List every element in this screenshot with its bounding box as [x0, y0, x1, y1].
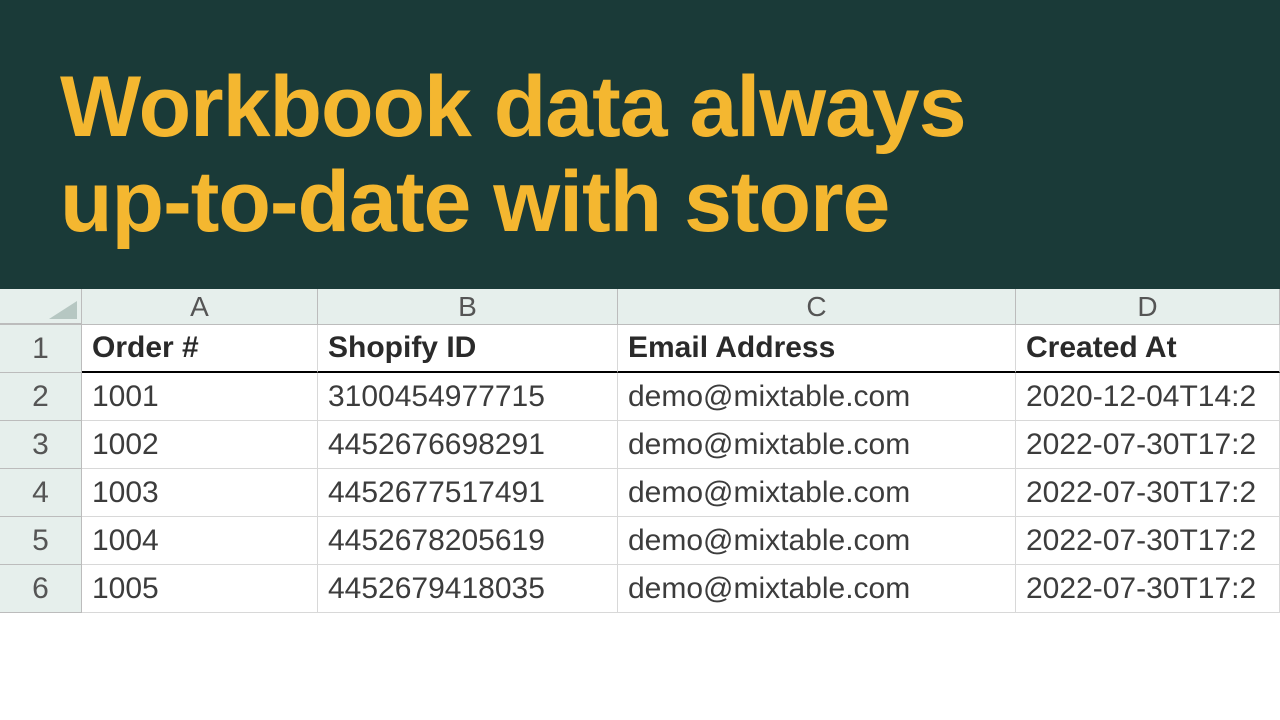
cell-B4[interactable]: 4452677517491 [318, 469, 618, 517]
column-header-C[interactable]: C [618, 289, 1016, 324]
cell-D5[interactable]: 2022-07-30T17:2 [1016, 517, 1280, 565]
cell-A6[interactable]: 1005 [82, 565, 318, 613]
table-row: 6 1005 4452679418035 demo@mixtable.com 2… [0, 565, 1280, 613]
hero-title-line2: up-to-date with store [60, 154, 889, 250]
sheet-body: 1 Order # Shopify ID Email Address Creat… [0, 325, 1280, 613]
cell-D2[interactable]: 2020-12-04T14:2 [1016, 373, 1280, 421]
hero-title: Workbook data always up-to-date with sto… [60, 60, 1220, 249]
cell-A1[interactable]: Order # [82, 325, 318, 373]
table-row: 3 1002 4452676698291 demo@mixtable.com 2… [0, 421, 1280, 469]
cell-D1[interactable]: Created At [1016, 325, 1280, 373]
cell-C5[interactable]: demo@mixtable.com [618, 517, 1016, 565]
cell-C2[interactable]: demo@mixtable.com [618, 373, 1016, 421]
spreadsheet: A B C D 1 Order # Shopify ID Email Addre… [0, 289, 1280, 720]
cell-A2[interactable]: 1001 [82, 373, 318, 421]
cell-D6[interactable]: 2022-07-30T17:2 [1016, 565, 1280, 613]
cell-D4[interactable]: 2022-07-30T17:2 [1016, 469, 1280, 517]
table-row: 4 1003 4452677517491 demo@mixtable.com 2… [0, 469, 1280, 517]
row-header-4[interactable]: 4 [0, 469, 82, 517]
table-row: 5 1004 4452678205619 demo@mixtable.com 2… [0, 517, 1280, 565]
row-header-2[interactable]: 2 [0, 373, 82, 421]
column-header-D[interactable]: D [1016, 289, 1280, 324]
column-header-B[interactable]: B [318, 289, 618, 324]
table-row: 1 Order # Shopify ID Email Address Creat… [0, 325, 1280, 373]
cell-D3[interactable]: 2022-07-30T17:2 [1016, 421, 1280, 469]
cell-B2[interactable]: 3100454977715 [318, 373, 618, 421]
select-all-corner[interactable] [0, 289, 82, 324]
row-header-1[interactable]: 1 [0, 325, 82, 373]
column-header-A[interactable]: A [82, 289, 318, 324]
hero-banner: Workbook data always up-to-date with sto… [0, 0, 1280, 289]
cell-A4[interactable]: 1003 [82, 469, 318, 517]
cell-C6[interactable]: demo@mixtable.com [618, 565, 1016, 613]
cell-C4[interactable]: demo@mixtable.com [618, 469, 1016, 517]
row-header-6[interactable]: 6 [0, 565, 82, 613]
row-header-5[interactable]: 5 [0, 517, 82, 565]
cell-A3[interactable]: 1002 [82, 421, 318, 469]
cell-B3[interactable]: 4452676698291 [318, 421, 618, 469]
hero-title-line1: Workbook data always [60, 59, 966, 155]
row-header-3[interactable]: 3 [0, 421, 82, 469]
cell-C3[interactable]: demo@mixtable.com [618, 421, 1016, 469]
cell-A5[interactable]: 1004 [82, 517, 318, 565]
column-header-row: A B C D [0, 289, 1280, 325]
cell-B6[interactable]: 4452679418035 [318, 565, 618, 613]
cell-B1[interactable]: Shopify ID [318, 325, 618, 373]
table-row: 2 1001 3100454977715 demo@mixtable.com 2… [0, 373, 1280, 421]
cell-C1[interactable]: Email Address [618, 325, 1016, 373]
cell-B5[interactable]: 4452678205619 [318, 517, 618, 565]
